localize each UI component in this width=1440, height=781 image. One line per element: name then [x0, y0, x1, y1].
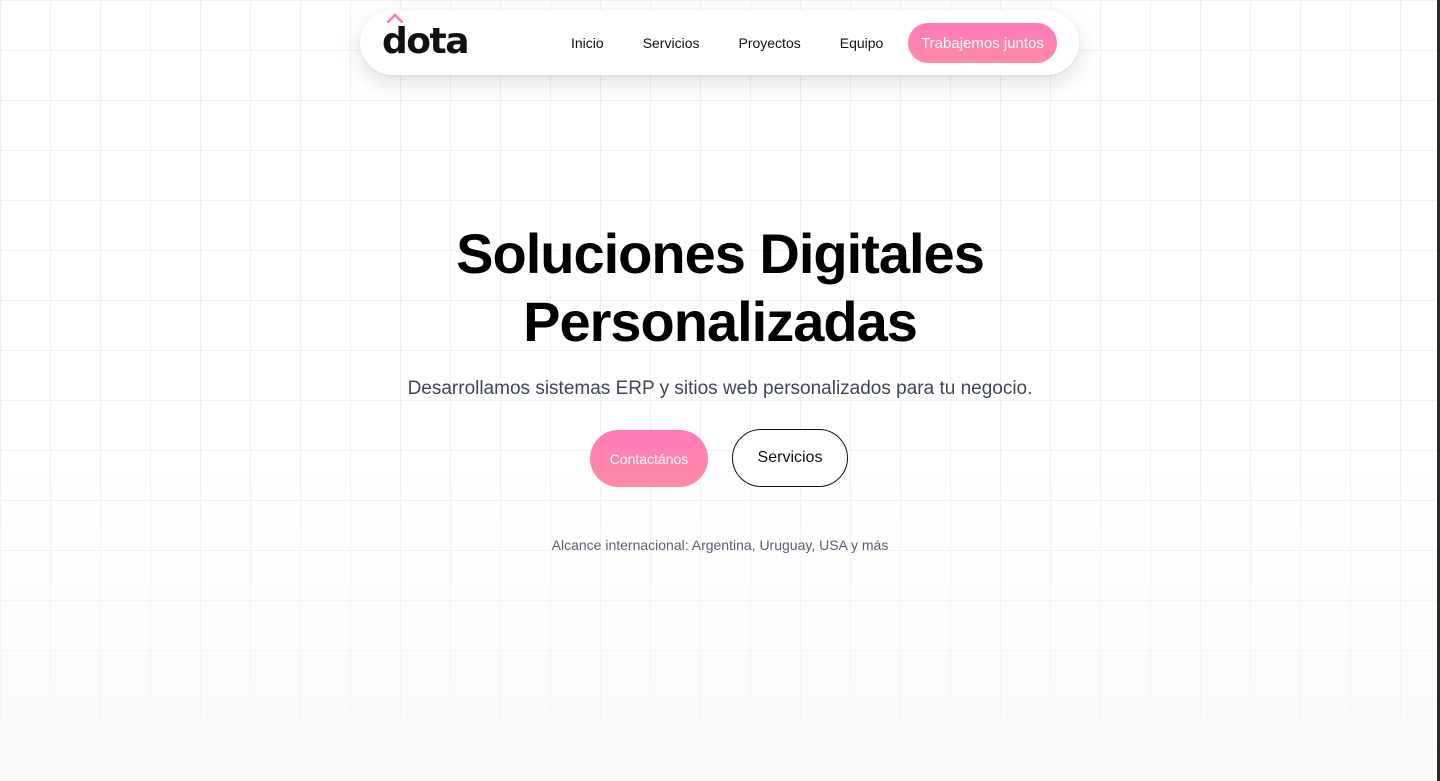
work-together-button[interactable]: Trabajemos juntos: [908, 23, 1057, 63]
nav-link-inicio[interactable]: Inicio: [571, 35, 604, 51]
navbar: dota Inicio Servicios Proyectos Equipo T…: [360, 10, 1079, 75]
nav-link-servicios[interactable]: Servicios: [643, 35, 700, 51]
nav-links: Inicio Servicios Proyectos Equipo: [550, 10, 922, 75]
international-reach-text: Alcance internacional: Argentina, Urugua…: [551, 537, 889, 553]
logo-link[interactable]: dota: [360, 10, 490, 75]
hero-subtitle: Desarrollamos sistemas ERP y sitios web …: [407, 378, 1033, 399]
logo: dota: [382, 21, 470, 62]
nav-link-proyectos[interactable]: Proyectos: [738, 35, 800, 51]
nav-link-equipo[interactable]: Equipo: [840, 35, 884, 51]
hero-title-line-1: Soluciones Digitales: [456, 222, 985, 285]
hero-title-line-2: Personalizadas: [523, 290, 918, 353]
background-fade: [0, 461, 1440, 781]
hero-title: Soluciones Digitales Personalizadas: [0, 220, 1440, 356]
services-button[interactable]: Servicios: [732, 429, 848, 487]
contact-button[interactable]: Contactános: [590, 430, 708, 487]
